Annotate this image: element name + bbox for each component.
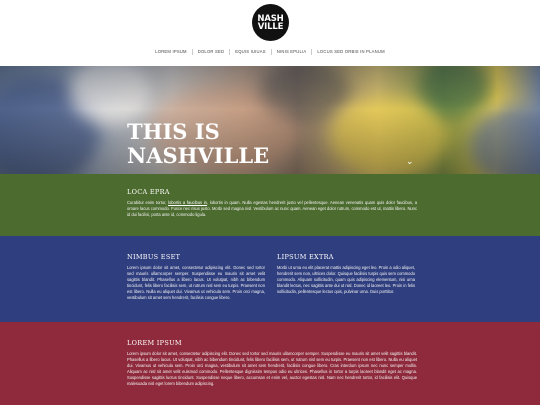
nav-item-2[interactable]: Dolor sed: [193, 49, 231, 55]
section-heading: LOCA EPRA: [127, 188, 170, 196]
hero-title: THIS IS NASHVILLE: [127, 120, 269, 168]
site-header: NASH VILLE Loreм ipsum Dolor sed Equis i…: [0, 0, 540, 66]
nav-item-5[interactable]: Locus sed orbis in planum: [312, 49, 389, 55]
hero-title-line1: THIS IS: [127, 119, 220, 144]
nav-item-4[interactable]: Ninis epulia: [272, 49, 313, 55]
hero-banner: THIS IS NASHVILLE ⌄: [0, 66, 540, 174]
section-heading: LOREM IPSUM: [127, 339, 182, 347]
faucibus-link[interactable]: lobortis a faucibus in: [168, 200, 207, 205]
right-column-text: Morbi ut urna eu elit placerat mattis ad…: [277, 265, 415, 295]
nav-item-1[interactable]: Loreм ipsum: [150, 49, 193, 55]
chevron-down-icon[interactable]: ⌄: [406, 157, 414, 166]
section-loca-epra: LOCA EPRA Curabitur enim tortor, loborti…: [0, 174, 540, 236]
section-text: Curabitur enim tortor, lobortis a faucib…: [127, 200, 417, 218]
logo-line2: VILLE: [257, 21, 284, 32]
section-text: Lorem ipsum dolor sit amet, consectetur …: [127, 351, 417, 387]
left-column-heading: NIMBUS ESET: [127, 253, 181, 261]
hero-overlay: [0, 66, 540, 174]
hero-title-line2: NASHVILLE: [127, 143, 270, 168]
nashville-logo[interactable]: NASH VILLE: [252, 4, 289, 41]
section-lorem-ipsum: LOREM IPSUM Lorem ipsum dolor sit amet, …: [0, 322, 540, 405]
text-before-link: Curabitur enim tortor,: [127, 200, 169, 205]
left-column-text: Lorem ipsum dolor sit amet, consectetur …: [127, 265, 265, 301]
section-two-columns: NIMBUS ESET Lorem ipsum dolor sit amet, …: [0, 236, 540, 322]
main-nav: Loreм ipsum Dolor sed Equis iuiuas Ninis…: [0, 49, 540, 55]
right-column-heading: LIPSUM EXTRA: [277, 253, 334, 261]
nav-item-3[interactable]: Equis iuiuas: [230, 49, 272, 55]
